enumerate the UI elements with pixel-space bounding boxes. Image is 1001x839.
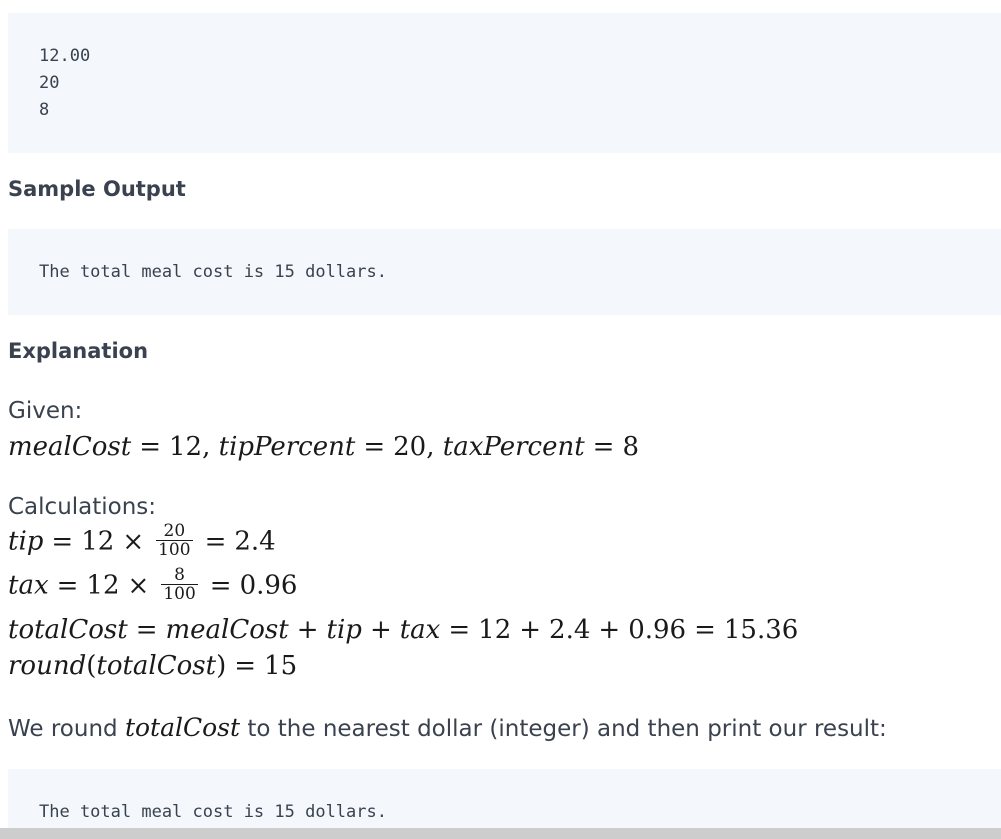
total-result: 15.36 (723, 615, 799, 645)
meal-cost-val: 12 (169, 432, 203, 462)
conclusion-before: We round (8, 716, 125, 742)
sample-input-line: 20 (39, 73, 60, 93)
sample-output-block: The total meal cost is 15 dollars. (8, 229, 1001, 315)
total-tax-var: tax (399, 615, 441, 645)
explanation-heading: Explanation (8, 339, 149, 363)
total-v1: 12 (478, 615, 512, 645)
horizontal-scrollbar[interactable] (0, 828, 1001, 839)
tax-base: 12 (86, 570, 120, 601)
meal-cost-var: mealCost (8, 432, 132, 462)
sample-input-line: 12.00 (39, 46, 91, 66)
round-fn: round (8, 651, 87, 681)
tip-base: 12 (81, 526, 115, 557)
total-tip-var: tip (326, 615, 362, 645)
conclusion-paragraph: We round totalCost to the nearest dollar… (8, 713, 887, 744)
tax-result: 0.96 (239, 570, 298, 601)
conclusion-var: totalCost (124, 713, 241, 742)
tip-percent-var: tipPercent (218, 432, 356, 462)
round-arg: totalCost (96, 651, 217, 681)
final-output-text: The total meal cost is 15 dollars. (39, 802, 387, 822)
tax-percent-var: taxPercent (442, 432, 585, 462)
total-v3: 0.96 (628, 615, 687, 645)
tax-percent-val: 8 (622, 432, 639, 462)
tip-equation: tip = 12 × 20 100 = 2.4 (8, 521, 276, 560)
round-result: 15 (264, 651, 298, 681)
tax-equation: tax = 12 × 8 100 = 0.96 (8, 565, 298, 604)
tax-fraction: 8 100 (161, 566, 198, 604)
tax-var: tax (8, 570, 49, 601)
total-v2: 2.4 (549, 615, 591, 645)
calculations-label: Calculations: (8, 494, 157, 520)
round-equation: round(totalCost) = 15 (8, 651, 298, 681)
tip-percent-val: 20 (393, 432, 427, 462)
tax-numerator: 8 (161, 566, 198, 585)
sample-input-block: 12.00 20 8 (8, 13, 1001, 153)
given-equation: mealCost = 12, tipPercent = 20, taxPercent = 8 (8, 432, 639, 462)
tax-denominator: 100 (163, 584, 196, 604)
total-var: totalCost (8, 615, 128, 645)
total-equation: totalCost = mealCost + tip + tax = 12 +2.4 +0.96 = 1… (8, 615, 799, 645)
tip-fraction: 20 100 (156, 522, 193, 560)
total-meal-var: mealCost (165, 615, 289, 645)
given-label: Given: (8, 398, 83, 424)
sample-output-text: The total meal cost is 15 dollars. (39, 262, 387, 282)
tip-numerator: 20 (156, 522, 193, 541)
conclusion-after: to the nearest dollar (integer) and then… (240, 716, 887, 742)
sample-output-heading: Sample Output (8, 177, 186, 201)
tip-result: 2.4 (234, 526, 276, 557)
sample-input-line: 8 (39, 100, 50, 120)
tip-denominator: 100 (158, 540, 191, 560)
tip-var: tip (8, 526, 44, 557)
